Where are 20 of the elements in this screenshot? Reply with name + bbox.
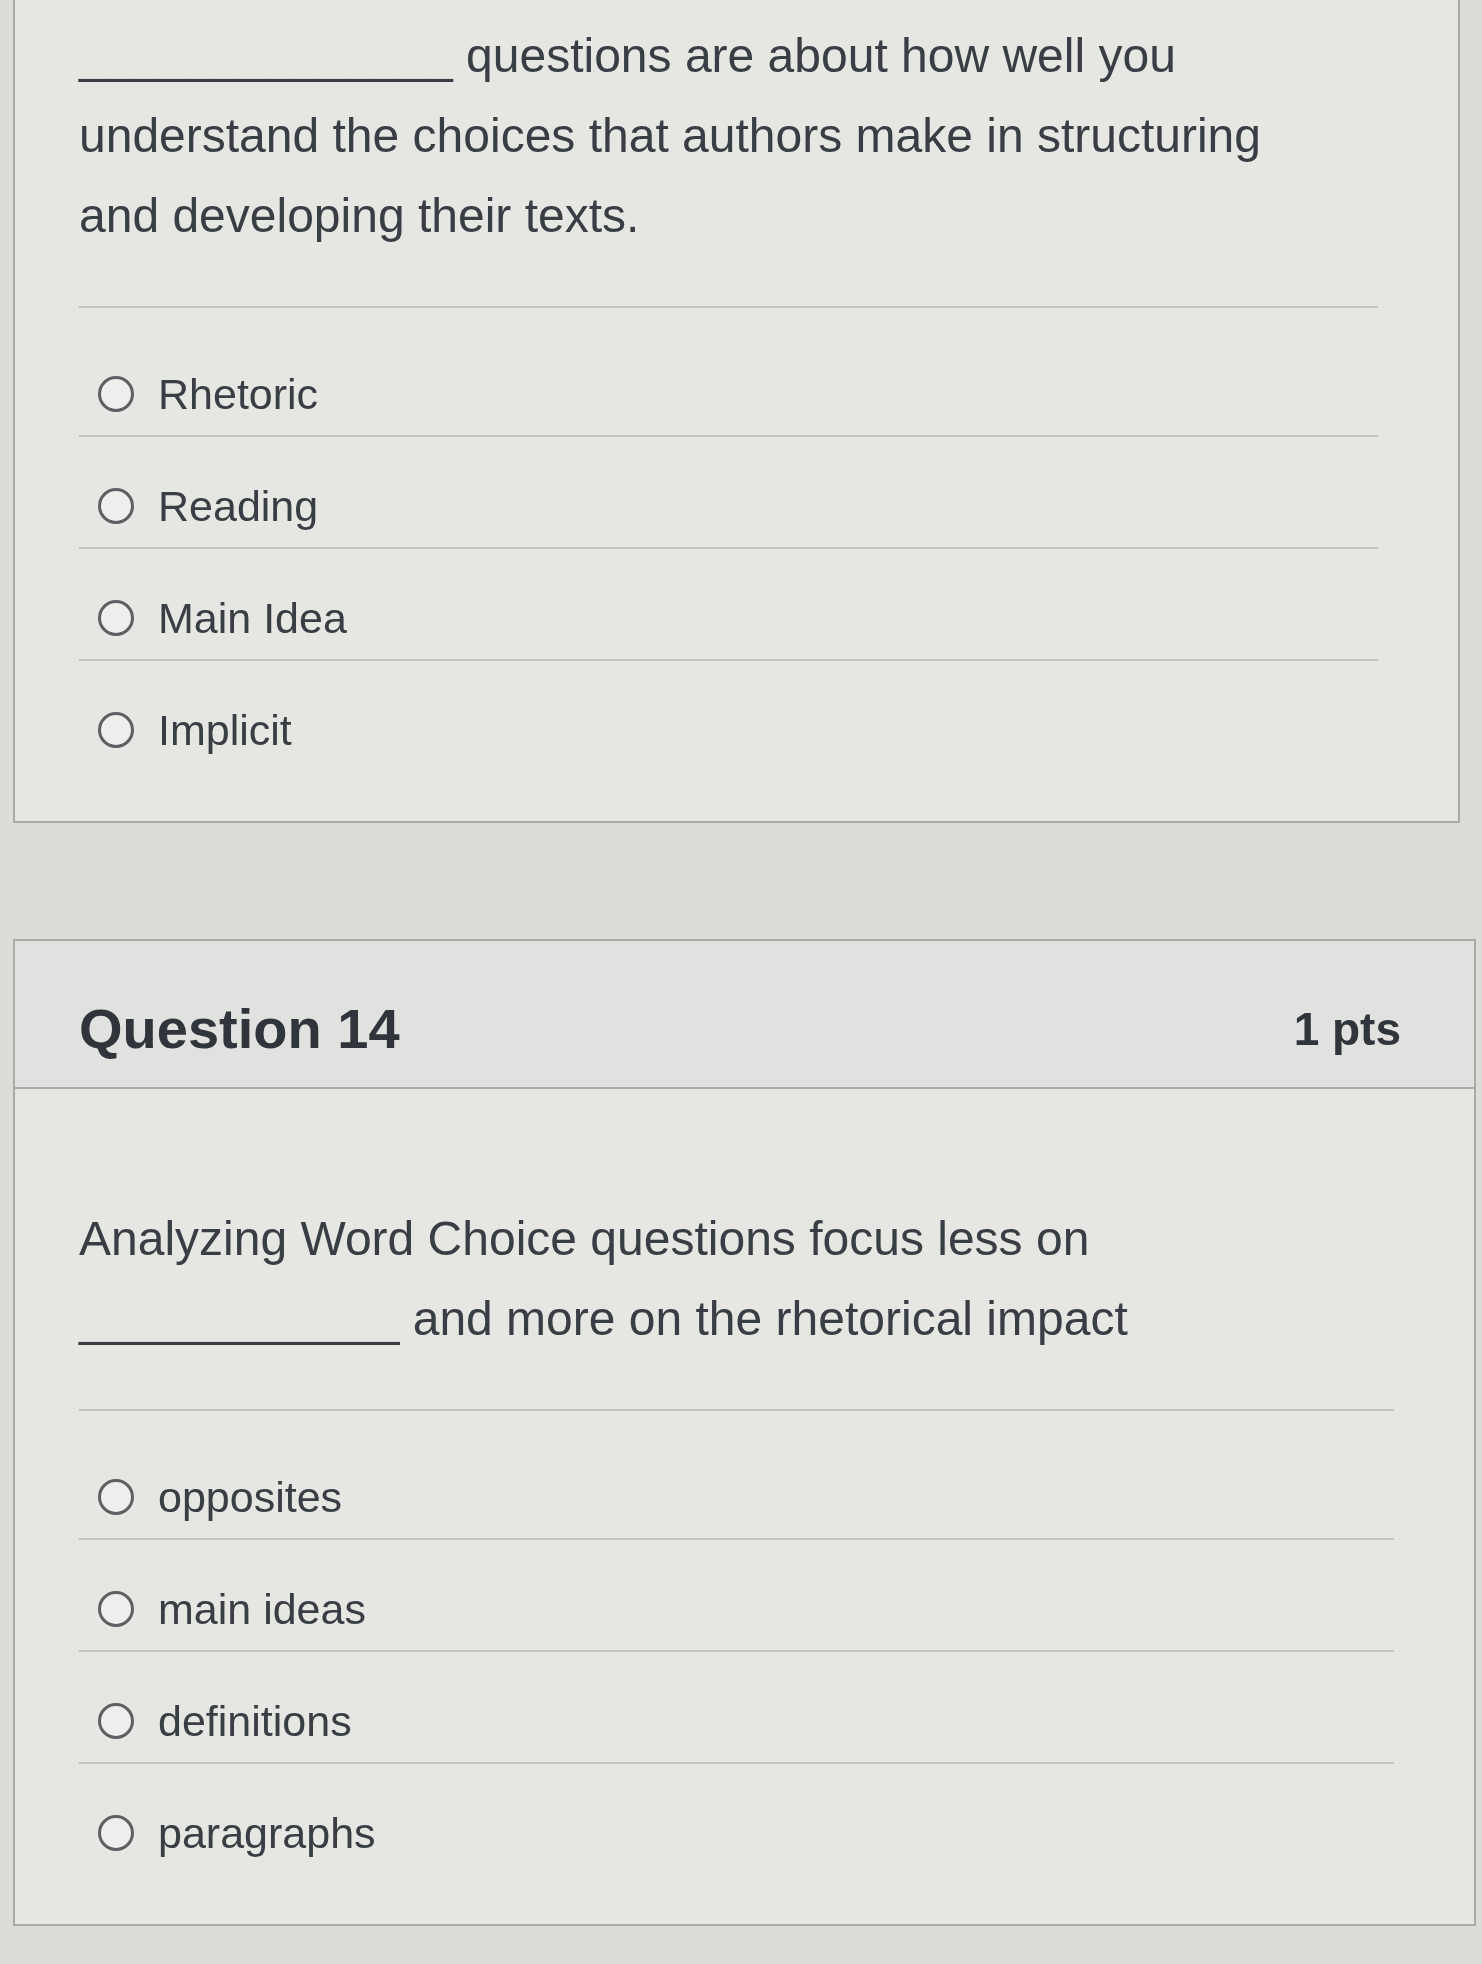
radio-button[interactable] [98, 1591, 134, 1627]
answer-label[interactable]: main ideas [158, 1584, 366, 1634]
radio-button[interactable] [98, 488, 134, 524]
answer-label[interactable]: Implicit [158, 705, 292, 755]
question-title: Question 14 [79, 997, 400, 1061]
question-text: Analyzing Word Choice questions focus less on ____________ and more on the rhetorical impact [79, 1211, 1129, 1347]
points-label: 1 pts [1293, 1002, 1401, 1057]
radio-button[interactable] [98, 1815, 134, 1851]
answer-label[interactable]: Rhetoric [158, 369, 319, 419]
answer-label[interactable]: opposites [158, 1472, 343, 1522]
radio-button[interactable] [98, 712, 134, 748]
radio-button[interactable] [98, 600, 134, 636]
radio-button[interactable] [98, 1703, 134, 1739]
answer-label[interactable]: Reading [158, 481, 319, 531]
radio-button[interactable] [98, 1479, 134, 1515]
answer-label[interactable]: Main Idea [158, 593, 347, 643]
answer-label[interactable]: paragraphs [158, 1808, 376, 1858]
radio-button[interactable] [98, 376, 134, 412]
question-text: ______________ questions are about how well you understand the choices that authors make in structuring and developing their texts. [79, 28, 1262, 244]
answer-label[interactable]: definitions [158, 1696, 352, 1746]
